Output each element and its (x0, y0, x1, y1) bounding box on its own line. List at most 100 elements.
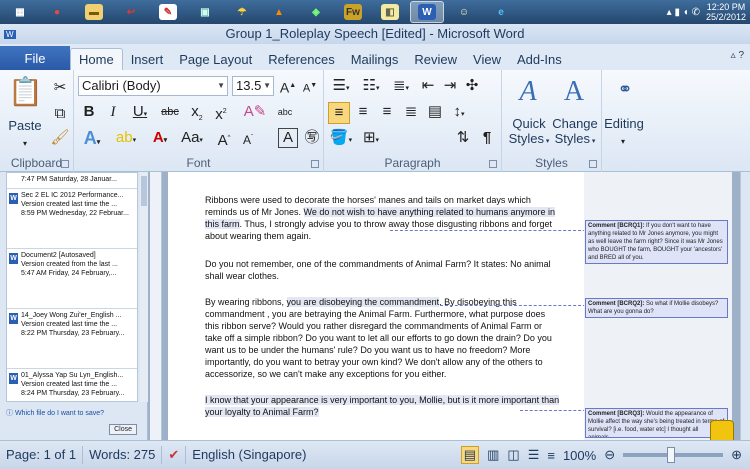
comment-bcrq2[interactable]: Comment [BCRQ2]: So what if Mollie disob… (585, 298, 728, 318)
zoom-in-icon[interactable]: ⊕ (731, 447, 742, 463)
shading-icon[interactable]: 🪣▾ (328, 128, 354, 151)
language-indicator[interactable]: English (Singapore) (186, 446, 312, 464)
comment-bcrq1[interactable]: Comment [BCRQ1]: If you don't want to ha… (585, 220, 728, 264)
numbering-icon[interactable]: ☷▾ (358, 76, 384, 99)
full-screen-reading-icon[interactable]: ▥ (487, 447, 499, 463)
paste-button[interactable]: Paste (6, 118, 44, 133)
zoom-slider-knob[interactable] (667, 447, 676, 463)
commented-text[interactable]: you are disobeying the commandment (286, 297, 440, 307)
format-painter-icon[interactable]: 🖌 (50, 128, 70, 148)
tab-page-layout[interactable]: Page Layout (171, 48, 260, 70)
binoculars-icon[interactable]: ⚭ (612, 76, 638, 102)
tab-references[interactable]: References (260, 48, 342, 70)
start-button[interactable]: ▦ (3, 1, 37, 23)
underline-icon[interactable]: U▾ (128, 102, 152, 125)
strikethrough-icon[interactable]: abc (156, 102, 184, 122)
align-right-icon[interactable]: ≡ (376, 102, 398, 122)
shrink-font-icon[interactable]: A▼ (300, 76, 320, 99)
justify-icon[interactable]: ≣ (400, 102, 422, 122)
proofing-status[interactable]: ✔ (162, 446, 187, 464)
clear-formatting-icon[interactable]: A✎ (242, 102, 268, 122)
taskbar-notes[interactable]: ◧ (373, 1, 407, 23)
grow-font-2-icon[interactable]: A^ (214, 128, 234, 151)
superscript-icon[interactable]: x2 (210, 102, 232, 125)
document-page[interactable]: Ribbons were used to decorate the horses… (168, 172, 584, 440)
cut-icon[interactable]: ✂ (50, 78, 70, 98)
sort-icon[interactable]: ⇅ (452, 128, 474, 148)
change-case-icon[interactable]: Aa▾ (178, 128, 206, 151)
tab-add-ins[interactable]: Add-Ins (509, 48, 570, 70)
draft-icon[interactable]: ≡ (547, 448, 555, 463)
paste-dropdown-icon[interactable]: ▾ (18, 134, 32, 154)
editing-dropdown-icon[interactable]: ▾ (616, 132, 630, 152)
list-item[interactable]: W Sec 2 EL IC 2012 Performance... Versio… (7, 189, 137, 249)
highlight-color-icon[interactable]: ab▾ (112, 128, 140, 151)
show-marks-icon[interactable]: ¶ (476, 128, 498, 148)
quick-styles-button[interactable]: Quick Styles ▾ (506, 116, 552, 149)
help-icon[interactable]: ▵ ? (731, 50, 744, 61)
taskbar-folder[interactable]: ▬ (77, 1, 111, 23)
phonetic-guide-icon[interactable]: abc (274, 102, 296, 122)
italic-icon[interactable]: I (102, 102, 124, 122)
editing-button[interactable]: Editing (602, 116, 646, 131)
font-size-combo[interactable]: 13.5 ▼ (232, 76, 274, 96)
change-styles-button[interactable]: Change Styles ▾ (552, 116, 598, 149)
tab-insert[interactable]: Insert (123, 48, 172, 70)
copy-icon[interactable]: ⧉ (50, 104, 70, 124)
word-count[interactable]: Words: 275 (83, 446, 163, 464)
asian-layout-icon[interactable]: ✣ (462, 76, 482, 96)
list-item[interactable]: W 14_Joey Wong Zui'er_English ... Versio… (7, 309, 137, 369)
character-border-icon[interactable]: A (278, 128, 298, 148)
multilevel-list-icon[interactable]: ≣▾ (388, 76, 414, 99)
version-list-scrollbar[interactable] (140, 172, 148, 402)
enclose-characters-icon[interactable]: ㊢ (302, 128, 322, 148)
text-effects-icon[interactable]: A▾ (78, 128, 106, 153)
list-item[interactable]: W 01_Alyssa Yap Su Lyn_English... Versio… (7, 369, 137, 401)
shrink-font-2-icon[interactable]: Aˇ (238, 128, 258, 150)
zoom-out-icon[interactable]: ⊖ (604, 447, 615, 463)
list-item[interactable]: W Document2 [Autosaved] Version created … (7, 249, 137, 309)
commented-text[interactable]: I know that your appearance is very impo… (205, 395, 560, 417)
taskbar-weather[interactable]: ☂ (225, 1, 259, 23)
align-center-icon[interactable]: ≡ (352, 102, 374, 122)
bullets-icon[interactable]: ☰▾ (328, 76, 354, 99)
help-link[interactable]: ⓘ Which file do I want to save? (6, 408, 104, 418)
taskbar-app-red[interactable]: ↩ (114, 1, 148, 23)
tab-review[interactable]: Review (406, 48, 465, 70)
taskbar-vlc[interactable]: ▲ (262, 1, 296, 23)
taskbar-chrome[interactable]: ● (40, 1, 74, 23)
borders-icon[interactable]: ⊞▾ (358, 128, 384, 151)
font-launcher-icon[interactable] (311, 160, 319, 168)
tab-home[interactable]: Home (70, 48, 123, 70)
taskbar-photo[interactable]: ▣ (188, 1, 222, 23)
comment-bcrq3[interactable]: Comment [BCRQ3]: Would the appearance of… (585, 408, 728, 438)
bold-icon[interactable]: B (78, 102, 100, 122)
decrease-indent-icon[interactable]: ⇤ (418, 76, 438, 96)
taskbar-word[interactable]: W (410, 1, 444, 23)
web-layout-icon[interactable]: ◫ (507, 447, 519, 463)
clock[interactable]: 12:20 PM 25/2/2012 (706, 2, 746, 22)
taskbar-ie[interactable]: e (484, 1, 518, 23)
align-left-icon[interactable]: ≡ (328, 102, 350, 124)
taskbar-paint[interactable]: ✎ (151, 1, 185, 23)
zoom-slider[interactable] (623, 447, 724, 463)
clipboard-launcher-icon[interactable] (61, 160, 69, 168)
print-layout-icon[interactable]: ▤ (460, 446, 480, 464)
line-spacing-icon[interactable]: ↕▾ (448, 102, 470, 125)
zoom-level[interactable]: 100% (563, 448, 596, 463)
paragraph-launcher-icon[interactable] (489, 160, 497, 168)
taskbar-user[interactable]: ☺ (447, 1, 481, 23)
taskbar-colorful[interactable]: ◈ (299, 1, 333, 23)
close-button[interactable]: Close (109, 424, 137, 435)
tab-view[interactable]: View (465, 48, 509, 70)
increase-indent-icon[interactable]: ⇥ (440, 76, 460, 96)
tab-file[interactable]: File (0, 46, 70, 70)
list-item[interactable]: 7:47 PM Saturday, 28 Januar... (7, 173, 137, 189)
tray-icons[interactable]: ▴ ▮ ◖ ✆ (667, 7, 700, 18)
distributed-icon[interactable]: ▤ (424, 102, 446, 122)
grow-font-icon[interactable]: A▲ (278, 76, 298, 98)
page-count[interactable]: Page: 1 of 1 (0, 446, 84, 464)
subscript-icon[interactable]: x2 (186, 102, 208, 129)
styles-launcher-icon[interactable] (589, 160, 597, 168)
quick-styles-icon[interactable]: A (510, 74, 546, 110)
